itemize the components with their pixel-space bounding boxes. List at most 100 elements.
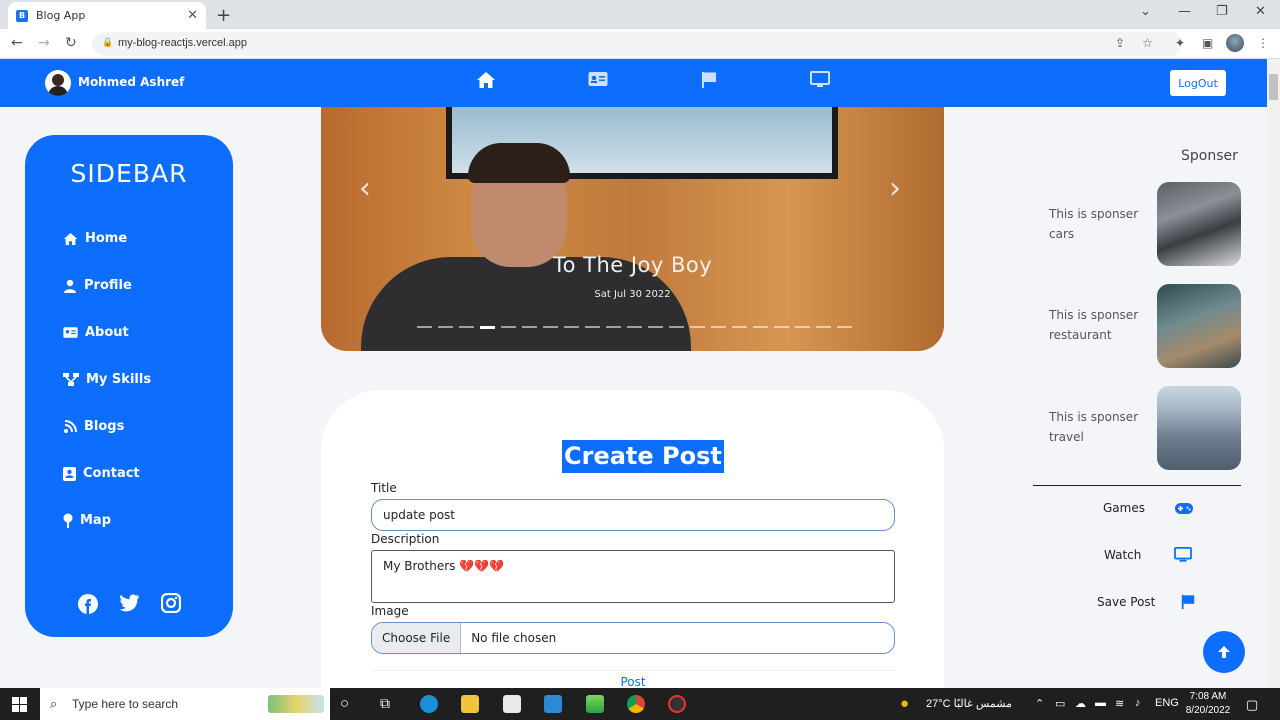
carousel-indicator[interactable]	[669, 326, 684, 328]
weather-text[interactable]: 27°C مشمس غالبًا	[926, 697, 1012, 710]
edge-icon[interactable]	[420, 695, 438, 713]
scroll-to-top-button[interactable]	[1203, 631, 1245, 673]
language-indicator[interactable]: ENG	[1155, 697, 1179, 709]
logout-button[interactable]: LogOut	[1170, 70, 1226, 96]
wifi-icon[interactable]: ≋	[1115, 697, 1124, 710]
image-label: Image	[371, 604, 409, 618]
store-icon[interactable]	[503, 695, 521, 713]
carousel-indicator[interactable]	[480, 326, 495, 329]
description-textarea[interactable]: My Brothers 💔💔💔	[371, 550, 895, 603]
carousel-indicator[interactable]	[753, 326, 768, 328]
file-explorer-icon[interactable]	[461, 695, 479, 713]
games-link[interactable]: Games	[1103, 501, 1145, 515]
url-field[interactable]: 🔒 my-blog-reactjs.vercel.app	[92, 32, 1182, 56]
obs-icon[interactable]	[668, 695, 686, 713]
carousel-indicator[interactable]	[606, 326, 621, 328]
tab-search-icon[interactable]: ⌄	[1140, 4, 1151, 19]
instagram-icon[interactable]	[161, 593, 181, 613]
carousel-indicator[interactable]	[501, 326, 516, 328]
carousel-indicator[interactable]	[564, 326, 579, 328]
sponsor-travel-image[interactable]	[1157, 386, 1241, 470]
sidebar-item-about[interactable]: About	[63, 325, 129, 340]
carousel-indicator[interactable]	[585, 326, 600, 328]
sponsor-cars-image[interactable]	[1157, 182, 1241, 266]
flag-icon[interactable]	[700, 71, 718, 89]
carousel-indicator[interactable]	[690, 326, 705, 328]
forward-icon[interactable]: →	[38, 35, 50, 51]
share-icon[interactable]: ⇪	[1115, 36, 1125, 50]
carousel-indicator[interactable]	[837, 326, 852, 328]
browser-profile-avatar[interactable]	[1226, 34, 1244, 52]
network-icon[interactable]: ▭	[1055, 697, 1065, 710]
carousel-prev-icon[interactable]: ‹	[359, 171, 371, 206]
carousel-indicator[interactable]	[795, 326, 810, 328]
taskbar-clock[interactable]: 7:08 AM 8/20/2022	[1180, 690, 1236, 718]
gamepad-icon[interactable]	[1175, 502, 1193, 515]
carousel-indicator[interactable]	[417, 326, 432, 328]
sponsor-restaurant-image[interactable]	[1157, 284, 1241, 368]
carousel-indicator[interactable]	[732, 326, 747, 328]
flag-icon[interactable]	[1180, 594, 1196, 610]
home-icon[interactable]	[476, 71, 496, 89]
sidebar-item-map[interactable]: Map	[63, 513, 111, 528]
choose-file-button[interactable]: Choose File	[372, 623, 462, 653]
onedrive-icon[interactable]: ☁	[1075, 697, 1086, 710]
carousel-indicator[interactable]	[459, 326, 474, 328]
page-scrollbar[interactable]	[1267, 59, 1280, 688]
chrome-menu-icon[interactable]: ⋮	[1257, 36, 1269, 50]
windows-start-icon[interactable]	[12, 697, 27, 712]
facebook-icon[interactable]	[77, 593, 99, 615]
chrome-icon[interactable]	[627, 695, 645, 713]
minimize-icon[interactable]: —	[1178, 4, 1191, 19]
side-panel-icon[interactable]: ▣	[1202, 36, 1213, 50]
sponsor-text: This is sponser cars	[1049, 207, 1139, 241]
close-window-icon[interactable]: ✕	[1255, 4, 1266, 19]
title-input[interactable]: update post	[371, 499, 895, 531]
monitor-icon[interactable]	[1174, 547, 1192, 563]
carousel-indicator[interactable]	[711, 326, 726, 328]
carousel-indicator[interactable]	[648, 326, 663, 328]
sidebar-item-contact[interactable]: Contact	[63, 466, 140, 481]
new-tab-icon[interactable]: +	[216, 5, 231, 26]
bluestacks-icon[interactable]	[586, 695, 604, 713]
blog-icon	[64, 419, 77, 433]
notification-icon[interactable]: ▢	[1246, 697, 1258, 713]
image-file-input[interactable]: Choose File No file chosen	[371, 622, 895, 654]
volume-icon[interactable]: ♪	[1135, 697, 1141, 709]
extensions-icon[interactable]: ✦	[1175, 36, 1185, 50]
task-view-icon[interactable]: ⧉	[380, 695, 390, 712]
sidebar-item-blogs[interactable]: Blogs	[63, 419, 124, 434]
cortana-icon[interactable]: ○	[340, 695, 349, 712]
sidebar-item-home[interactable]: Home	[63, 231, 127, 246]
id-card-icon[interactable]	[588, 71, 608, 87]
close-tab-icon[interactable]: ✕	[187, 8, 198, 23]
search-highlight-image[interactable]	[268, 695, 324, 713]
save-post-link[interactable]: Save Post	[1097, 595, 1155, 609]
avatar[interactable]	[45, 70, 71, 96]
blog-carousel[interactable]: ‹ › To The Joy Boy Sat Jul 30 2022	[321, 107, 944, 351]
carousel-indicator[interactable]	[438, 326, 453, 328]
restore-icon[interactable]: ❐	[1216, 4, 1228, 19]
browser-tab[interactable]: B Blog App ✕	[8, 2, 206, 29]
battery-icon[interactable]: ▬	[1095, 697, 1106, 709]
carousel-indicator[interactable]	[774, 326, 789, 328]
bookmark-star-icon[interactable]: ☆	[1142, 36, 1153, 50]
twitter-icon[interactable]	[118, 593, 140, 613]
carousel-indicator[interactable]	[522, 326, 537, 328]
windows-taskbar: ⌕ Type here to search ○ ⧉ ● 27°C مشمس غا…	[0, 688, 1280, 720]
carousel-next-icon[interactable]: ›	[889, 171, 901, 206]
scrollbar-thumb[interactable]	[1269, 74, 1278, 100]
watch-link[interactable]: Watch	[1104, 548, 1141, 562]
sidebar-item-profile[interactable]: Profile	[63, 278, 132, 293]
reload-icon[interactable]: ↻	[65, 35, 77, 51]
carousel-indicator[interactable]	[816, 326, 831, 328]
chevron-up-icon[interactable]: ⌃	[1035, 697, 1044, 710]
carousel-indicator[interactable]	[627, 326, 642, 328]
id-card-icon	[63, 327, 78, 338]
file-status-text: No file chosen	[471, 631, 557, 645]
back-icon[interactable]: ←	[11, 35, 23, 51]
monitor-icon[interactable]	[810, 71, 830, 89]
sidebar-item-my-skills[interactable]: My Skills	[63, 372, 151, 387]
mail-icon[interactable]	[544, 695, 562, 713]
carousel-indicator[interactable]	[543, 326, 558, 328]
